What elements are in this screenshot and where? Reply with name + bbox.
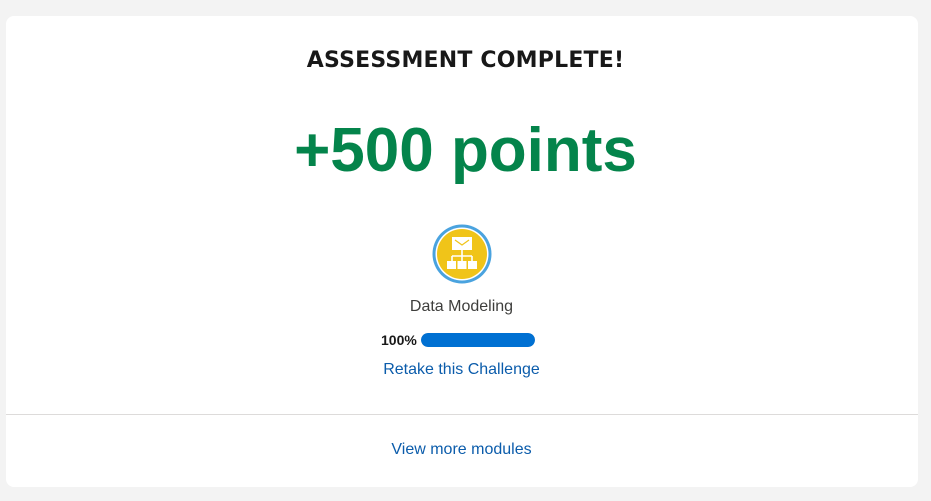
progress-bar <box>420 333 535 347</box>
module-progress: 100% <box>381 331 535 349</box>
progress-percent: 100% <box>381 332 417 348</box>
module-name: Data Modeling <box>409 298 514 315</box>
progress-bar-fill <box>420 333 535 347</box>
assessment-title: ASSESSMENT COMPLETE! <box>306 48 625 73</box>
card-divider <box>6 414 918 415</box>
hierarchy-icon <box>432 224 492 284</box>
module-badge <box>431 223 493 285</box>
retake-challenge-link[interactable]: Retake this Challenge <box>0 361 923 379</box>
points-earned: +500 points <box>294 116 637 185</box>
view-more-modules-link[interactable]: View more modules <box>0 441 923 459</box>
